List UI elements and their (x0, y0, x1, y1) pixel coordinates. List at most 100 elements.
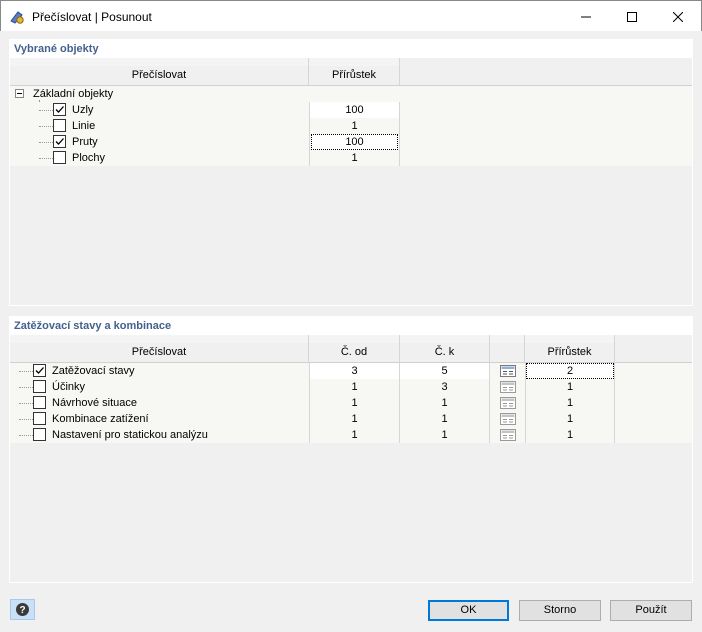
column-renumber: Přečíslovat (10, 66, 309, 86)
row-label: Pruty (72, 136, 98, 148)
case-row-load-combinations[interactable]: Kombinace zatížení 1 1 1 (10, 411, 692, 427)
tree-branch (39, 110, 53, 111)
tree-branch (39, 142, 53, 143)
from-cell[interactable]: 1 (310, 427, 399, 443)
checkbox-uzly[interactable] (53, 103, 66, 116)
selected-objects-panel: Vybrané objekty Přečíslovat Přírůstek Zá… (9, 39, 693, 306)
object-row-uzly[interactable]: Uzly 100 (10, 102, 692, 118)
object-row-plochy[interactable]: Plochy 1 (10, 150, 692, 166)
increment-cell[interactable]: 1 (526, 379, 614, 395)
ok-button[interactable]: OK (428, 600, 509, 621)
checkbox-static-analysis[interactable] (33, 428, 46, 441)
to-cell[interactable]: 1 (400, 411, 489, 427)
maximize-button[interactable] (609, 1, 655, 32)
collapse-icon[interactable] (15, 89, 24, 98)
panel-title: Vybrané objekty (14, 43, 99, 55)
checkbox-pruty[interactable] (53, 135, 66, 148)
column-increment: Přírůstek (309, 66, 400, 86)
to-cell[interactable]: 1 (400, 395, 489, 411)
checkbox-actions[interactable] (33, 380, 46, 393)
checkbox-plochy[interactable] (53, 151, 66, 164)
row-label: Linie (72, 120, 96, 132)
increment-cell[interactable]: 1 (526, 427, 614, 443)
column-empty (400, 66, 692, 86)
from-cell[interactable]: 1 (310, 395, 399, 411)
grid-header-band (10, 58, 309, 66)
column-to: Č. k (400, 343, 490, 363)
column-divider (614, 363, 615, 443)
app-icon (9, 9, 25, 25)
increment-cell[interactable]: 1 (310, 150, 399, 166)
object-row-pruty[interactable]: Pruty 100 (10, 134, 692, 150)
increment-cell-focused[interactable]: 2 (526, 363, 614, 379)
increment-cell[interactable]: 1 (526, 395, 614, 411)
tree-branch (39, 126, 53, 127)
row-label: Plochy (72, 152, 106, 164)
list-select-icon[interactable] (490, 427, 525, 443)
case-row-design-situations[interactable]: Návrhové situace 1 1 1 (10, 395, 692, 411)
case-row-static-analysis[interactable]: Nastavení pro statickou analýzu 1 1 1 (10, 427, 692, 443)
grid-header-band (309, 58, 400, 66)
group-row: Základní objekty (10, 86, 692, 102)
grid-header-band (525, 335, 615, 343)
to-cell[interactable]: 3 (400, 379, 489, 395)
list-select-icon[interactable] (490, 363, 525, 379)
rows-area: Zatěžovací stavy 3 5 2 Účinky 1 3 1 Návr… (10, 363, 692, 582)
load-cases-grid: Přečíslovat Č. od Č. k Přírůstek Zatěžov… (10, 335, 692, 582)
group-label: Základní objekty (33, 88, 114, 100)
tree-branch (39, 158, 53, 159)
tree-branch (19, 371, 33, 372)
column-divider (489, 363, 490, 443)
help-button[interactable]: ? (10, 599, 35, 620)
cancel-button[interactable]: Storno (519, 600, 601, 621)
grid-header-band (400, 335, 490, 343)
tree-branch (19, 419, 33, 420)
close-button[interactable] (655, 1, 701, 32)
checkbox-design-situations[interactable] (33, 396, 46, 409)
row-label: Zatěžovací stavy (52, 365, 135, 377)
load-cases-panel: Zatěžovací stavy a kombinace Přečíslovat… (9, 316, 693, 583)
minimize-button[interactable] (563, 1, 609, 32)
grid-header-band (10, 335, 309, 343)
rows-area: Základní objekty Uzly 100 Linie 1 Pruty … (10, 86, 692, 305)
list-select-icon[interactable] (490, 395, 525, 411)
objects-grid: Přečíslovat Přírůstek Základní objekty U… (10, 58, 692, 305)
column-divider (399, 363, 400, 443)
column-increment: Přírůstek (525, 343, 615, 363)
to-cell[interactable]: 5 (400, 363, 489, 379)
column-empty (615, 343, 692, 363)
column-from: Č. od (309, 343, 400, 363)
column-divider (399, 102, 400, 166)
increment-cell[interactable]: 1 (310, 118, 399, 134)
grid-header-band (490, 335, 525, 343)
from-cell[interactable]: 1 (310, 379, 399, 395)
tree-branch (19, 387, 33, 388)
apply-button[interactable]: Použít (610, 600, 692, 621)
svg-text:?: ? (19, 605, 25, 616)
column-divider (309, 102, 310, 166)
case-row-actions[interactable]: Účinky 1 3 1 (10, 379, 692, 395)
list-select-icon[interactable] (490, 379, 525, 395)
increment-cell[interactable]: 100 (310, 102, 399, 118)
grid-header-band (309, 335, 400, 343)
checkbox-load-combinations[interactable] (33, 412, 46, 425)
checkbox-linie[interactable] (53, 119, 66, 132)
tree-branch (19, 403, 33, 404)
to-cell[interactable]: 1 (400, 427, 489, 443)
row-label: Kombinace zatížení (52, 413, 149, 425)
column-divider (525, 363, 526, 443)
row-label: Nastavení pro statickou analýzu (52, 429, 208, 441)
row-label: Návrhové situace (52, 397, 137, 409)
column-renumber: Přečíslovat (10, 343, 309, 363)
from-cell[interactable]: 1 (310, 411, 399, 427)
increment-cell[interactable]: 1 (526, 411, 614, 427)
row-label: Účinky (52, 381, 86, 393)
window-title: Přečíslovat | Posunout (32, 10, 152, 24)
list-select-icon[interactable] (490, 411, 525, 427)
from-cell[interactable]: 3 (310, 363, 399, 379)
case-row-load-cases[interactable]: Zatěžovací stavy 3 5 2 (10, 363, 692, 379)
checkbox-load-cases[interactable] (33, 364, 46, 377)
row-label: Uzly (72, 104, 94, 116)
increment-cell-focused[interactable]: 100 (311, 134, 398, 150)
object-row-linie[interactable]: Linie 1 (10, 118, 692, 134)
